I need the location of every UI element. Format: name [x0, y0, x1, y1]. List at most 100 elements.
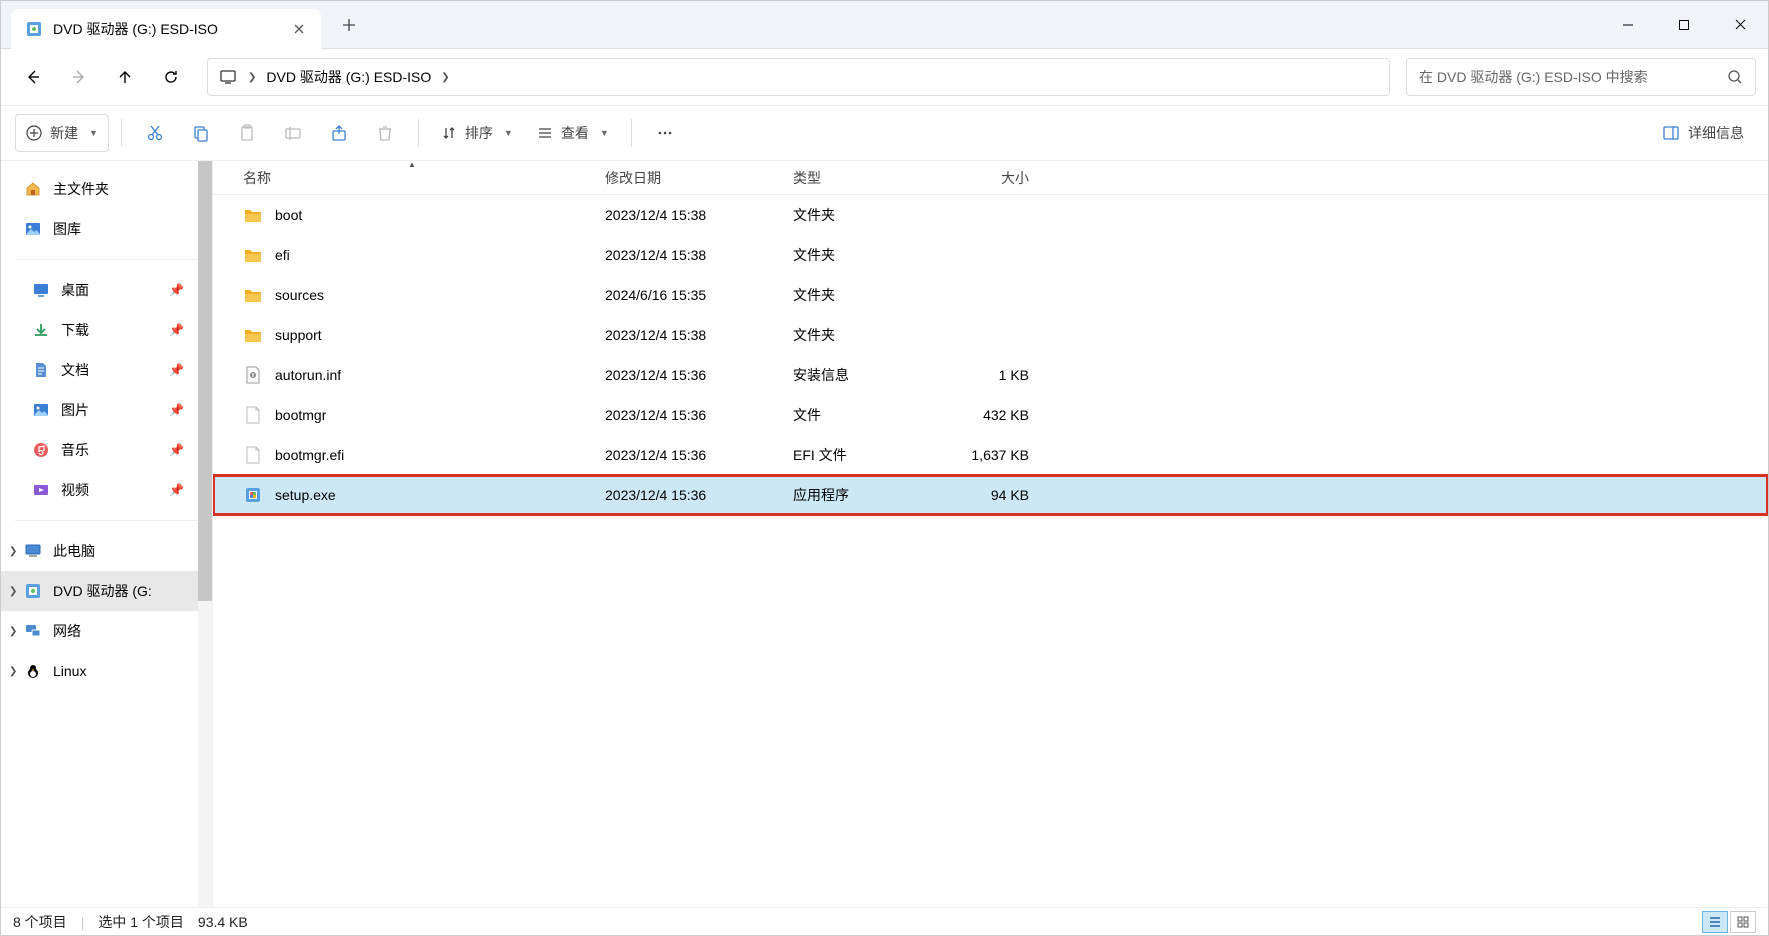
status-item-count: 8 个项目 — [13, 912, 67, 932]
sidebar-item-this-pc[interactable]: ❯ 此电脑 — [1, 531, 212, 571]
sidebar-item-pictures[interactable]: 图片 📌 — [1, 390, 212, 430]
view-button[interactable]: 查看 ▼ — [527, 114, 619, 152]
pin-icon: 📌 — [169, 363, 184, 377]
file-name: boot — [275, 207, 302, 223]
cut-button[interactable] — [134, 114, 176, 152]
grid-view-button[interactable] — [1730, 911, 1756, 933]
folder-icon — [243, 325, 263, 345]
file-list: ▲ 名称 修改日期 类型 大小 boot2023/12/4 15:38文件夹ef… — [213, 161, 1768, 907]
desktop-icon — [31, 280, 51, 300]
sidebar-item-label: 视频 — [61, 480, 89, 500]
file-type: 应用程序 — [781, 485, 936, 505]
view-mode-toggle — [1702, 911, 1756, 933]
view-label: 查看 — [561, 123, 589, 143]
new-tab-button[interactable] — [331, 7, 367, 43]
chevron-right-icon[interactable]: ❯ — [9, 666, 17, 677]
file-type: EFI 文件 — [781, 445, 936, 465]
forward-button — [59, 57, 99, 97]
inf-icon — [243, 365, 263, 385]
network-icon — [23, 621, 43, 641]
folder-icon — [243, 205, 263, 225]
sidebar-item-label: 网络 — [53, 621, 81, 641]
sidebar-item-linux[interactable]: ❯ Linux — [1, 651, 212, 691]
refresh-button[interactable] — [151, 57, 191, 97]
linux-icon — [23, 661, 43, 681]
table-row[interactable]: sources2024/6/16 15:35文件夹 — [213, 275, 1768, 315]
new-button[interactable]: 新建 ▼ — [15, 114, 109, 152]
list-view-button[interactable] — [1702, 911, 1728, 933]
chevron-right-icon[interactable]: ❯ — [9, 546, 17, 557]
pc-icon — [23, 541, 43, 561]
folder-icon — [243, 245, 263, 265]
breadcrumb-label: DVD 驱动器 (G:) ESD-ISO — [266, 67, 431, 87]
table-row[interactable]: autorun.inf2023/12/4 15:36安装信息1 KB — [213, 355, 1768, 395]
divider — [15, 259, 198, 260]
table-row[interactable]: support2023/12/4 15:38文件夹 — [213, 315, 1768, 355]
details-label: 详细信息 — [1688, 123, 1744, 143]
chevron-right-icon[interactable]: ❯ — [248, 72, 256, 83]
pin-icon: 📌 — [169, 443, 184, 457]
file-type: 安装信息 — [781, 365, 936, 385]
file-name: setup.exe — [275, 487, 336, 503]
column-header-type[interactable]: 类型 — [781, 168, 936, 188]
file-date: 2023/12/4 15:38 — [593, 207, 781, 223]
sidebar-item-desktop[interactable]: 桌面 📌 — [1, 270, 212, 310]
sidebar-item-home[interactable]: 主文件夹 — [1, 169, 212, 209]
table-row[interactable]: bootmgr.efi2023/12/4 15:36EFI 文件1,637 KB — [213, 435, 1768, 475]
table-row[interactable]: efi2023/12/4 15:38文件夹 — [213, 235, 1768, 275]
up-button[interactable] — [105, 57, 145, 97]
sort-label: 排序 — [465, 123, 493, 143]
sidebar-item-videos[interactable]: 视频 📌 — [1, 470, 212, 510]
more-button[interactable] — [644, 114, 686, 152]
pin-icon: 📌 — [169, 283, 184, 297]
table-row[interactable]: bootmgr2023/12/4 15:36文件432 KB — [213, 395, 1768, 435]
sidebar-item-downloads[interactable]: 下载 📌 — [1, 310, 212, 350]
column-header-size[interactable]: 大小 — [936, 168, 1041, 188]
file-date: 2023/12/4 15:36 — [593, 487, 781, 503]
sidebar-item-gallery[interactable]: 图库 — [1, 209, 212, 249]
sidebar-item-music[interactable]: 音乐 📌 — [1, 430, 212, 470]
folder-icon — [243, 285, 263, 305]
window-controls — [1600, 1, 1768, 49]
scrollbar[interactable] — [198, 161, 212, 907]
search-placeholder: 在 DVD 驱动器 (G:) ESD-ISO 中搜索 — [1419, 67, 1717, 87]
table-row[interactable]: boot2023/12/4 15:38文件夹 — [213, 195, 1768, 235]
sidebar-item-dvd[interactable]: ❯ DVD 驱动器 (G: — [1, 571, 212, 611]
search-icon — [1727, 69, 1743, 85]
table-row[interactable]: setup.exe2023/12/4 15:36应用程序94 KB — [213, 475, 1768, 515]
file-icon — [243, 445, 263, 465]
breadcrumb-segment[interactable]: DVD 驱动器 (G:) ESD-ISO — [266, 67, 431, 87]
sidebar-item-label: 主文件夹 — [53, 179, 109, 199]
breadcrumb[interactable]: ❯ DVD 驱动器 (G:) ESD-ISO ❯ — [207, 58, 1390, 96]
sort-indicator-icon: ▲ — [408, 161, 416, 169]
separator: | — [81, 914, 85, 930]
file-type: 文件 — [781, 405, 936, 425]
sort-button[interactable]: 排序 ▼ — [431, 114, 523, 152]
sidebar-item-network[interactable]: ❯ 网络 — [1, 611, 212, 651]
file-date: 2023/12/4 15:36 — [593, 407, 781, 423]
sidebar-item-label: 图片 — [61, 400, 89, 420]
copy-button[interactable] — [180, 114, 222, 152]
pin-icon: 📌 — [169, 483, 184, 497]
share-button[interactable] — [318, 114, 360, 152]
back-button[interactable] — [13, 57, 53, 97]
chevron-right-icon[interactable]: ❯ — [441, 72, 449, 83]
close-window-button[interactable] — [1712, 1, 1768, 49]
close-icon[interactable] — [291, 21, 307, 37]
maximize-button[interactable] — [1656, 1, 1712, 49]
tab-active[interactable]: DVD 驱动器 (G:) ESD-ISO — [11, 9, 321, 49]
sidebar-item-documents[interactable]: 文档 📌 — [1, 350, 212, 390]
chevron-down-icon: ▼ — [504, 128, 513, 138]
details-pane-button[interactable]: 详细信息 — [1652, 114, 1754, 152]
video-icon — [31, 480, 51, 500]
sidebar-item-label: 图库 — [53, 219, 81, 239]
search-input[interactable]: 在 DVD 驱动器 (G:) ESD-ISO 中搜索 — [1406, 58, 1756, 96]
minimize-button[interactable] — [1600, 1, 1656, 49]
chevron-right-icon[interactable]: ❯ — [9, 626, 17, 637]
column-header-date[interactable]: 修改日期 — [593, 168, 781, 188]
file-name: bootmgr — [275, 407, 326, 423]
chevron-right-icon[interactable]: ❯ — [9, 586, 17, 597]
column-header-name[interactable]: ▲ 名称 — [231, 168, 593, 188]
status-selected: 选中 1 个项目 — [98, 912, 184, 932]
sidebar-item-label: 此电脑 — [53, 541, 95, 561]
